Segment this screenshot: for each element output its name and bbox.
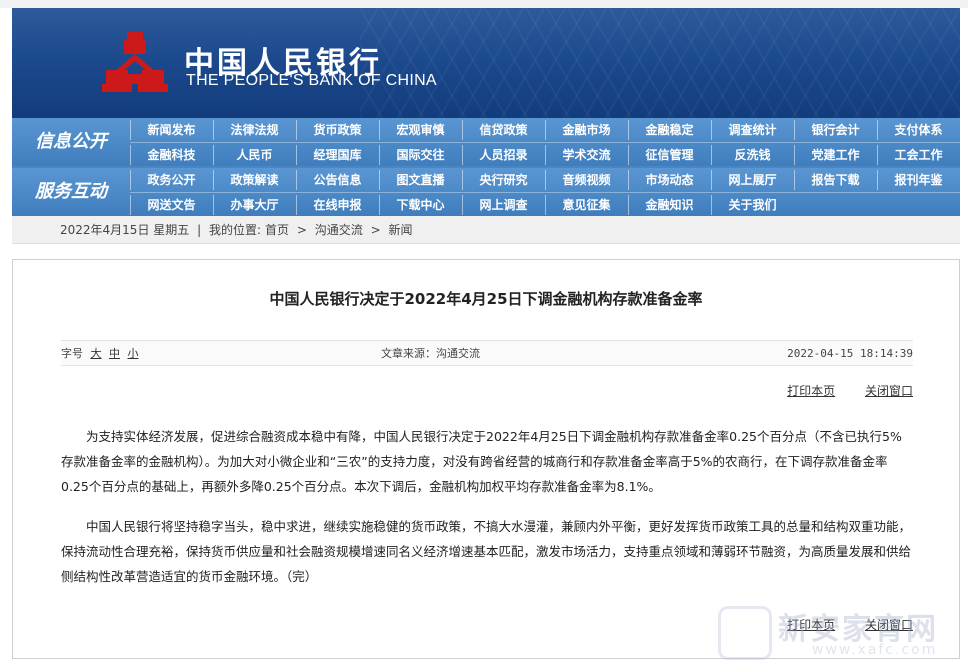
nav-item[interactable]: 支付体系 <box>877 120 959 140</box>
nav-item[interactable]: 新闻发布 <box>130 120 212 140</box>
nav-item[interactable]: 金融知识 <box>628 195 710 215</box>
nav-item[interactable]: 宏观审慎 <box>379 120 461 140</box>
watermark-logo-icon <box>718 606 772 660</box>
nav-item[interactable]: 政务公开 <box>130 170 212 190</box>
nav-item[interactable]: 反洗钱 <box>711 145 793 165</box>
nav-item[interactable]: 金融科技 <box>130 145 212 165</box>
nav-item[interactable]: 办事大厅 <box>213 195 295 215</box>
nav-item[interactable]: 政策解读 <box>213 170 295 190</box>
nav-row: 新闻发布 法律法规 货币政策 宏观审慎 信贷政策 金融市场 金融稳定 调查统计 银行会计 支付体系 <box>130 118 960 142</box>
top-utility-bar <box>0 0 968 8</box>
nav-item[interactable]: 货币政策 <box>296 120 378 140</box>
nav-item[interactable]: 网上展厅 <box>711 170 793 190</box>
nav-item[interactable]: 在线申报 <box>296 195 378 215</box>
site-watermark: 新安家育网 www.xafc.com <box>718 604 958 664</box>
breadcrumb-arrow: > <box>296 223 307 237</box>
nav-item[interactable]: 金融市场 <box>545 120 627 140</box>
article-paragraph: 为支持实体经济发展，促进综合融资成本稳中有降，中国人民银行决定于2022年4月2… <box>61 429 902 494</box>
article-meta-bar: 字号 大 中 小 文章来源：沟通交流 2022-04-15 18:14:39 <box>61 340 913 366</box>
header-pattern <box>360 8 960 118</box>
breadcrumb-news-link[interactable]: 新闻 <box>388 223 412 237</box>
nav-item[interactable]: 银行会计 <box>794 120 876 140</box>
article-source: 文章来源：沟通交流 <box>381 347 480 360</box>
nav-item[interactable]: 党建工作 <box>794 145 876 165</box>
font-size-large-link[interactable]: 大 <box>91 347 102 360</box>
nav-item[interactable]: 央行研究 <box>462 170 544 190</box>
breadcrumb-separator: | <box>197 223 202 237</box>
nav-item[interactable]: 调查统计 <box>711 120 793 140</box>
font-size-label: 字号 <box>61 347 83 360</box>
breadcrumb-arrow: > <box>370 223 381 237</box>
nav-item[interactable]: 工会工作 <box>877 145 959 165</box>
nav-item[interactable]: 网送文告 <box>130 195 212 215</box>
article-timestamp: 2022-04-15 18:14:39 <box>787 347 913 360</box>
nav-item[interactable]: 法律法规 <box>213 120 295 140</box>
nav-item[interactable]: 公告信息 <box>296 170 378 190</box>
nav-item[interactable]: 经理国库 <box>296 145 378 165</box>
nav-row: 金融科技 人民币 经理国库 国际交往 人员招录 学术交流 征信管理 反洗钱 党建工作 工会工作 <box>130 143 960 167</box>
site-header: 中国人民银行 THE PEOPLE'S BANK OF CHINA <box>12 8 960 118</box>
nav-item[interactable]: 音频视频 <box>545 170 627 190</box>
nav-section-title: 服务互动 <box>35 181 107 202</box>
brand-name-en: THE PEOPLE'S BANK OF CHINA <box>186 72 437 89</box>
nav-item[interactable]: 学术交流 <box>545 145 627 165</box>
nav-item[interactable]: 图文直播 <box>379 170 461 190</box>
nav-item[interactable]: 意见征集 <box>545 195 627 215</box>
print-page-link[interactable]: 打印本页 <box>787 384 835 398</box>
nav-section-info: 信息公开 新闻发布 法律法规 货币政策 宏观审慎 信贷政策 金融市场 金融稳定 调查统计 银行会… <box>12 118 960 166</box>
article-title: 中国人民银行决定于2022年4月25日下调金融机构存款准备金率 <box>269 290 703 308</box>
nav-item[interactable]: 国际交往 <box>379 145 461 165</box>
current-date: 2022年4月15日 星期五 <box>60 223 190 237</box>
nav-item[interactable]: 市场动态 <box>628 170 710 190</box>
nav-row: 网送文告 办事大厅 在线申报 下载中心 网上调查 意见征集 金融知识 关于我们 <box>130 193 960 217</box>
font-size-controls: 字号 大 中 小 <box>61 341 139 367</box>
font-size-small-link[interactable]: 小 <box>128 347 139 360</box>
nav-section-service: 服务互动 政务公开 政策解读 公告信息 图文直播 央行研究 音频视频 市场动态 网上展厅 报告下… <box>12 168 960 216</box>
nav-item[interactable]: 网上调查 <box>462 195 544 215</box>
nav-item[interactable]: 金融稳定 <box>628 120 710 140</box>
watermark-url: www.xafc.com <box>812 642 938 658</box>
font-size-medium-link[interactable]: 中 <box>109 347 120 360</box>
pboc-emblem-icon <box>102 32 168 92</box>
breadcrumb-home-link[interactable]: 首页 <box>265 223 289 237</box>
nav-item[interactable]: 征信管理 <box>628 145 710 165</box>
nav-item[interactable]: 报告下载 <box>794 170 876 190</box>
breadcrumb: 2022年4月15日 星期五 | 我的位置: 首页 > 沟通交流 > 新闻 <box>12 216 960 244</box>
nav-row: 政务公开 政策解读 公告信息 图文直播 央行研究 音频视频 市场动态 网上展厅 报告下载 报刊年鉴 <box>130 168 960 192</box>
close-window-link[interactable]: 关闭窗口 <box>865 384 913 398</box>
nav-item[interactable]: 信贷政策 <box>462 120 544 140</box>
article-container: 中国人民银行决定于2022年4月25日下调金融机构存款准备金率 字号 大 中 小… <box>12 259 960 659</box>
nav-section-title: 信息公开 <box>35 131 107 152</box>
nav-item[interactable]: 人员招录 <box>462 145 544 165</box>
nav-item[interactable]: 人民币 <box>213 145 295 165</box>
main-navigation: 信息公开 新闻发布 法律法规 货币政策 宏观审慎 信贷政策 金融市场 金融稳定 调查统计 银行会… <box>12 118 960 216</box>
nav-item[interactable]: 下载中心 <box>379 195 461 215</box>
nav-item[interactable]: 报刊年鉴 <box>877 170 959 190</box>
nav-item[interactable]: 关于我们 <box>711 195 793 215</box>
location-label: 我的位置: <box>208 223 262 237</box>
article-actions-top: 打印本页 关闭窗口 <box>761 382 913 399</box>
breadcrumb-communication-link[interactable]: 沟通交流 <box>315 223 363 237</box>
article-paragraph: 中国人民银行将坚持稳字当头，稳中求进，继续实施稳健的货币政策，不搞大水漫灌，兼顾… <box>61 519 912 584</box>
